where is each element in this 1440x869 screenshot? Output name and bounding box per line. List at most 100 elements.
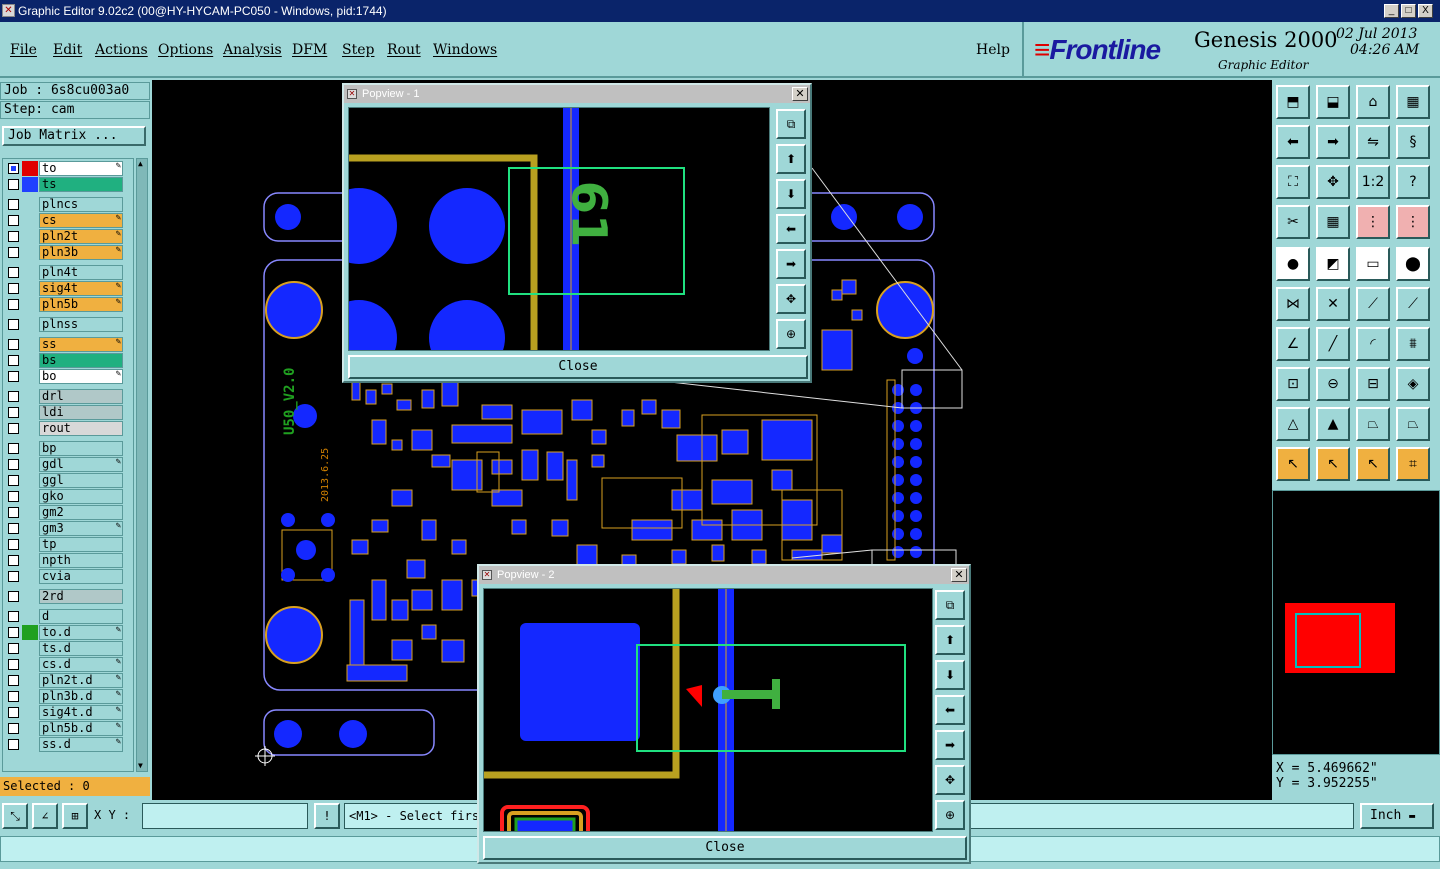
menu-step[interactable]: Step bbox=[342, 42, 374, 58]
popview-1-view[interactable]: 61 bbox=[348, 107, 770, 351]
layer-row-gko[interactable]: gko bbox=[5, 489, 123, 504]
cross-icon[interactable]: ✕ bbox=[1316, 287, 1350, 321]
layer-color-swatch[interactable] bbox=[22, 337, 38, 352]
popview-zoom-in-icon[interactable]: ✥ bbox=[776, 284, 806, 314]
layer-checkbox[interactable] bbox=[8, 739, 19, 750]
layer-checkbox[interactable] bbox=[8, 475, 19, 486]
layer-checkbox[interactable] bbox=[8, 407, 19, 418]
fit-icon[interactable]: ⛶ bbox=[1276, 165, 1310, 199]
layer-row-pln3b-d[interactable]: pln3b.d ✎ bbox=[5, 689, 123, 704]
shapes-icon[interactable]: ◈ bbox=[1396, 367, 1430, 401]
layer-row-ts-d[interactable]: ts.d bbox=[5, 641, 123, 656]
layer-row-cvia[interactable]: cvia bbox=[5, 569, 123, 584]
layer-color-swatch[interactable] bbox=[22, 641, 38, 656]
layer-row-ts[interactable]: ts bbox=[5, 177, 123, 192]
add-pad-icon[interactable]: ⊡ bbox=[1276, 367, 1310, 401]
layer-name[interactable]: bo bbox=[39, 369, 123, 384]
layer-color-swatch[interactable] bbox=[22, 737, 38, 752]
popview-pan-right-icon[interactable]: ➡ bbox=[776, 249, 806, 279]
menu-options[interactable]: Options bbox=[158, 42, 213, 58]
layer-row-cs-d[interactable]: cs.d ✎ bbox=[5, 657, 123, 672]
help-icon[interactable]: ? bbox=[1396, 165, 1430, 199]
popview-pan-left-icon[interactable]: ⬅ bbox=[776, 214, 806, 244]
layer-row-to[interactable]: to ✎ bbox=[5, 161, 123, 176]
layer-checkbox[interactable] bbox=[8, 423, 19, 434]
layer-color-swatch[interactable] bbox=[22, 705, 38, 720]
popview-2-titlebar[interactable]: ✕ Popview - 2 ✕ bbox=[479, 566, 969, 584]
layer-checkbox[interactable] bbox=[8, 675, 19, 686]
layer-color-swatch[interactable] bbox=[22, 673, 38, 688]
layer-checkbox[interactable] bbox=[8, 443, 19, 454]
layer-row-gdl[interactable]: gdl ✎ bbox=[5, 457, 123, 472]
layer-name[interactable]: bs bbox=[39, 353, 123, 368]
layer-checkbox[interactable] bbox=[8, 539, 19, 550]
layer-color-swatch[interactable] bbox=[22, 553, 38, 568]
popview-2-view[interactable] bbox=[483, 588, 933, 832]
snake-icon[interactable]: § bbox=[1396, 125, 1430, 159]
net-icon[interactable]: ⋮ bbox=[1356, 205, 1390, 239]
layer-color-swatch[interactable] bbox=[22, 473, 38, 488]
layer-row-pln4t[interactable]: pln4t bbox=[5, 265, 123, 280]
popview-2-window[interactable]: ✕ Popview - 2 ✕ ⧉ ⬆ ⬇ ⬅ ➡ ✥ ⊕ Close bbox=[477, 564, 971, 864]
layer-name[interactable]: to.d bbox=[39, 625, 123, 640]
layer-color-swatch[interactable] bbox=[22, 609, 38, 624]
split-line-icon[interactable]: ⊖ bbox=[1316, 367, 1350, 401]
select-lasso-icon[interactable]: ↖ bbox=[1356, 447, 1390, 481]
menu-edit[interactable]: Edit bbox=[53, 42, 82, 58]
minimize-button[interactable]: _ bbox=[1384, 4, 1399, 18]
popview-1-titlebar[interactable]: ✕ Popview - 1 ✕ bbox=[344, 85, 810, 103]
layer-color-swatch[interactable] bbox=[22, 441, 38, 456]
select-pointer-icon[interactable]: ↖ bbox=[1276, 447, 1310, 481]
layer-row-rout[interactable]: rout bbox=[5, 421, 123, 436]
popview-zoom-out-icon[interactable]: ⊕ bbox=[776, 319, 806, 349]
layer-name[interactable]: rout bbox=[39, 421, 123, 436]
layer-checkbox[interactable] bbox=[8, 507, 19, 518]
popview-zoom-icon[interactable]: ⧉ bbox=[776, 109, 806, 139]
layer-checkbox[interactable] bbox=[8, 283, 19, 294]
angle-icon[interactable]: ∠ bbox=[1276, 327, 1310, 361]
triangle-up-icon[interactable]: ▲ bbox=[1316, 407, 1350, 441]
net-select-icon[interactable]: ⋮ bbox=[1396, 205, 1430, 239]
layer-name[interactable]: ggl bbox=[39, 473, 123, 488]
layer-color-swatch[interactable] bbox=[22, 281, 38, 296]
layer-name[interactable]: pln5b bbox=[39, 297, 123, 312]
layer-checkbox[interactable] bbox=[8, 659, 19, 670]
layer-name[interactable]: pln2t bbox=[39, 229, 123, 244]
menu-analysis[interactable]: Analysis bbox=[223, 42, 282, 58]
layer-name[interactable]: gm2 bbox=[39, 505, 123, 520]
layer-checkbox[interactable] bbox=[8, 247, 19, 258]
scroll-up-icon[interactable]: ▲ bbox=[138, 159, 146, 169]
layer-checkbox[interactable] bbox=[8, 691, 19, 702]
ruler-icon[interactable]: ▭ bbox=[1356, 247, 1390, 281]
layer-color-swatch[interactable] bbox=[22, 353, 38, 368]
layer-row-pln2t-d[interactable]: pln2t.d ✎ bbox=[5, 673, 123, 688]
layer-row-sig4t-d[interactable]: sig4t.d ✎ bbox=[5, 705, 123, 720]
move-up-icon[interactable]: ⬒ bbox=[1276, 85, 1310, 119]
layer-row-plncs[interactable]: plncs bbox=[5, 197, 123, 212]
move-right-icon[interactable]: ➡ bbox=[1316, 125, 1350, 159]
layer-color-swatch[interactable] bbox=[22, 265, 38, 280]
unit-selector[interactable]: Inch ▬ bbox=[1360, 803, 1434, 829]
layer-color-swatch[interactable] bbox=[22, 245, 38, 260]
layer-name[interactable]: ss.d bbox=[39, 737, 123, 752]
layer-row-npth[interactable]: npth bbox=[5, 553, 123, 568]
layer-row-pln5b[interactable]: pln5b ✎ bbox=[5, 297, 123, 312]
popview-pan-up-icon[interactable]: ⬆ bbox=[935, 625, 965, 655]
overview-viewport[interactable] bbox=[1295, 613, 1361, 668]
layer-color-swatch[interactable] bbox=[22, 297, 38, 312]
popview-pan-down-icon[interactable]: ⬇ bbox=[935, 660, 965, 690]
layer-row-pln3b[interactable]: pln3b ✎ bbox=[5, 245, 123, 260]
split-view-icon[interactable]: ▦ bbox=[1396, 85, 1430, 119]
layer-name[interactable]: pln4t bbox=[39, 265, 123, 280]
layer-checkbox[interactable] bbox=[8, 319, 19, 330]
layer-checkbox[interactable] bbox=[8, 523, 19, 534]
layer-checkbox[interactable] bbox=[8, 179, 19, 190]
popview-pan-down-icon[interactable]: ⬇ bbox=[776, 179, 806, 209]
layer-name[interactable]: ts.d bbox=[39, 641, 123, 656]
menu-rout[interactable]: Rout bbox=[387, 42, 421, 58]
layer-checkbox[interactable] bbox=[8, 199, 19, 210]
layer-checkbox[interactable] bbox=[8, 707, 19, 718]
line-pad-icon[interactable]: ⟋ bbox=[1356, 287, 1390, 321]
layer-row-bo[interactable]: bo ✎ bbox=[5, 369, 123, 384]
layer-name[interactable]: pln3b bbox=[39, 245, 123, 260]
